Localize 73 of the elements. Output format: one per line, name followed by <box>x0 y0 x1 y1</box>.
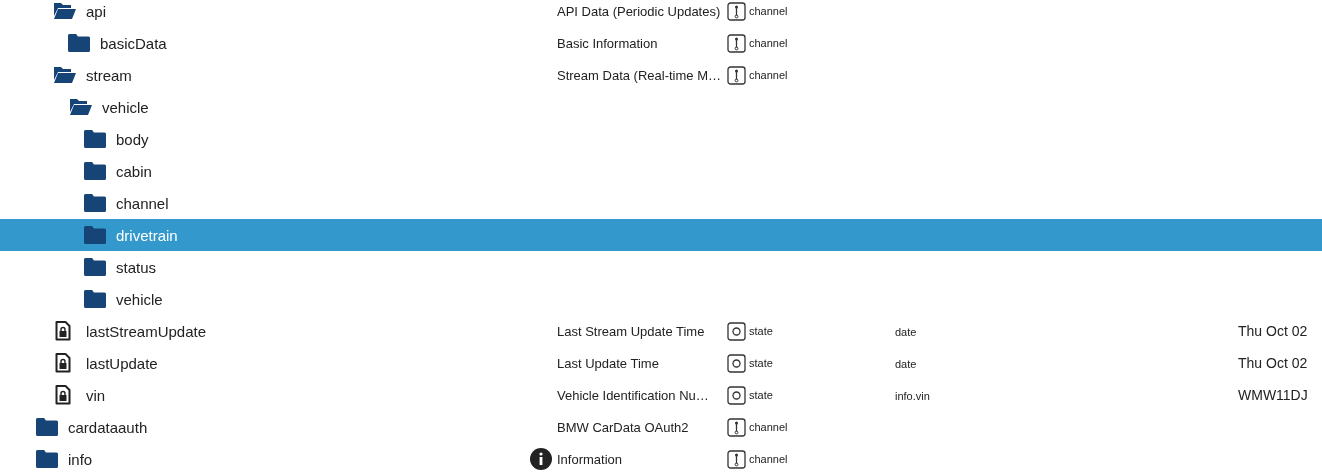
locked-file-icon <box>55 321 71 341</box>
object-description: Last Stream Update Time <box>557 324 705 339</box>
object-name: cabin <box>116 162 152 180</box>
object-name: vin <box>86 386 106 404</box>
state-icon <box>727 353 746 373</box>
object-type: channel <box>749 421 788 433</box>
object-role: date <box>895 326 917 338</box>
object-name: status <box>116 258 157 276</box>
state-icon <box>727 385 746 405</box>
tree-row[interactable]: vehicle <box>0 91 1322 123</box>
object-name: stream <box>86 66 132 84</box>
object-value: WMW11DJ <box>1238 387 1308 403</box>
object-value: Thu Oct 02 <box>1238 355 1308 371</box>
object-description: Stream Data (Real-time M… <box>557 68 721 83</box>
object-name: lastStreamUpdate <box>86 322 207 340</box>
tree-row[interactable]: lastUpdate Last Update Time state date Thu Oct 02 <box>0 347 1322 379</box>
tree-row[interactable]: basicData Basic Information channel <box>0 27 1322 59</box>
folder-icon[interactable] <box>84 194 106 212</box>
object-name: api <box>86 2 107 20</box>
tree-row[interactable]: stream Stream Data (Real-time M… channel <box>0 59 1322 91</box>
object-name: vehicle <box>116 290 163 308</box>
object-name: lastUpdate <box>86 354 158 372</box>
tree-row[interactable]: lastStreamUpdate Last Stream Update Time state date Thu Oct 02 <box>0 315 1322 347</box>
object-name: drivetrain <box>116 226 178 244</box>
tree-row[interactable]: vehicle <box>0 283 1322 315</box>
object-name: body <box>116 130 149 148</box>
object-name: info <box>68 450 93 468</box>
state-icon <box>727 321 746 341</box>
folder-icon[interactable] <box>84 130 106 148</box>
object-description: Last Update Time <box>557 356 659 371</box>
open-folder-icon[interactable] <box>52 65 76 85</box>
tree-row[interactable]: status <box>0 251 1322 283</box>
object-description: Information <box>557 452 623 467</box>
locked-file-icon <box>55 385 71 405</box>
object-name: cardataauth <box>68 418 148 436</box>
object-type: channel <box>749 69 788 81</box>
tree-row[interactable]: cabin <box>0 155 1322 187</box>
tree-row[interactable]: info Information channel <box>0 443 1322 475</box>
object-type: channel <box>749 5 788 17</box>
object-type: state <box>749 325 773 337</box>
object-role: date <box>895 358 917 370</box>
folder-icon[interactable] <box>68 34 90 52</box>
folder-icon[interactable] <box>84 258 106 276</box>
object-name: vehicle <box>102 98 149 116</box>
tree-row[interactable]: channel <box>0 187 1322 219</box>
channel-icon <box>727 417 746 437</box>
object-type: channel <box>749 37 788 49</box>
object-description: BMW CarData OAuth2 <box>557 420 689 435</box>
channel-icon <box>727 1 746 21</box>
object-value: Thu Oct 02 <box>1238 323 1308 339</box>
folder-icon[interactable] <box>84 162 106 180</box>
folder-icon[interactable] <box>84 290 106 308</box>
open-folder-icon[interactable] <box>52 1 76 21</box>
tree-row[interactable]: body <box>0 123 1322 155</box>
object-name: channel <box>116 194 169 212</box>
tree-row[interactable]: api API Data (Periodic Updates) channel <box>0 0 1322 27</box>
object-description: Vehicle Identification Nu… <box>557 388 709 403</box>
tree-row[interactable]: cardataauth BMW CarData OAuth2 channel <box>0 411 1322 443</box>
tree-row[interactable]: vin Vehicle Identification Nu… state info.vin WMW11DJ <box>0 379 1322 411</box>
object-type: state <box>749 357 773 369</box>
object-description: Basic Information <box>557 36 658 51</box>
object-description: API Data (Periodic Updates) <box>557 4 721 19</box>
locked-file-icon <box>55 353 71 373</box>
object-role: info.vin <box>895 390 930 402</box>
folder-icon[interactable] <box>36 450 58 468</box>
channel-icon <box>727 33 746 53</box>
channel-icon <box>727 65 746 85</box>
channel-icon <box>727 449 746 469</box>
folder-icon[interactable] <box>36 418 58 436</box>
object-type: channel <box>749 453 788 465</box>
open-folder-icon[interactable] <box>68 97 92 117</box>
object-name: basicData <box>100 34 167 52</box>
object-type: state <box>749 389 773 401</box>
